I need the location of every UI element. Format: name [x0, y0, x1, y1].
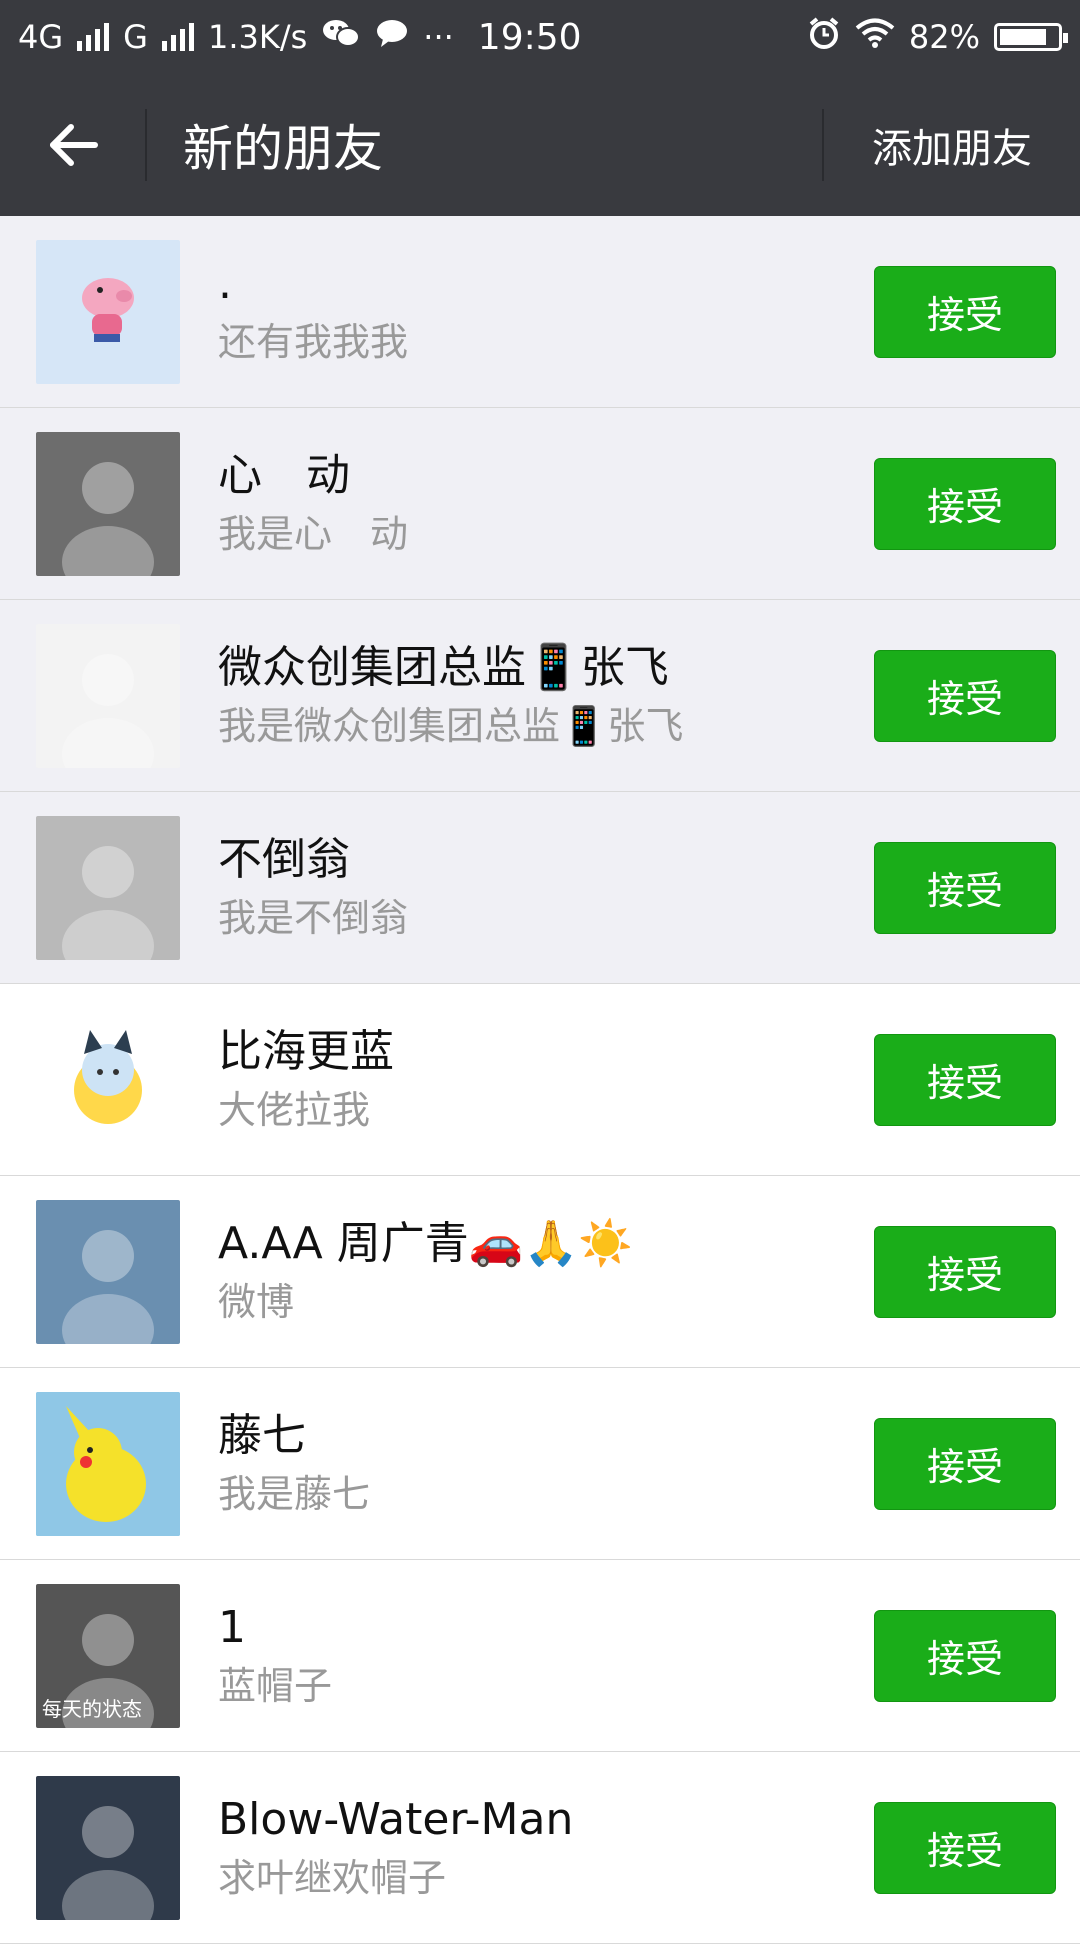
contact-name: 藤七: [218, 1409, 306, 1461]
request-text: Blow-Water-Man 求叶继欢帽子: [218, 1790, 874, 1906]
friend-request-row[interactable]: 每天的状态 1 蓝帽子 接受: [0, 1560, 1080, 1752]
contact-name: .: [218, 257, 232, 309]
friend-request-row[interactable]: 心 动我是心 动接受: [0, 408, 1080, 600]
contact-name: A.AA 周广青🚗🙏☀️: [218, 1217, 634, 1269]
clock-time: 19:50: [477, 16, 582, 58]
avatar[interactable]: [36, 623, 180, 768]
request-text: 心 动我是心 动: [218, 446, 874, 562]
signal-icon: [77, 23, 110, 51]
battery-icon: [994, 23, 1068, 51]
friend-request-row[interactable]: . 还有我我我 接受: [0, 216, 1080, 408]
request-message: 还有我我我: [218, 319, 409, 364]
request-text: 藤七 我是藤七: [218, 1406, 874, 1522]
accept-button[interactable]: 接受: [874, 649, 1056, 742]
contact-name: 比海更蓝: [218, 1025, 394, 1077]
avatar[interactable]: [36, 431, 180, 576]
nav-divider: [145, 109, 147, 181]
friend-request-row[interactable]: 微众创集团总监📱张飞 我是微众创集团总监📱张飞 接受: [0, 600, 1080, 792]
friend-request-row[interactable]: 不倒翁 我是不倒翁 接受: [0, 792, 1080, 984]
avatar[interactable]: [36, 1199, 180, 1344]
friend-request-list: . 还有我我我 接受心 动我是心 动接受 微众创集团总监📱张飞 我是微众创集团总监📱张飞…: [0, 216, 1080, 1944]
accept-button[interactable]: 接受: [874, 1801, 1056, 1894]
page-title: 新的朋友: [183, 120, 383, 178]
friend-request-row[interactable]: 藤七 我是藤七 接受: [0, 1368, 1080, 1560]
network-speed: 1.3K/s: [207, 18, 308, 56]
friend-request-row[interactable]: A.AA 周广青🚗🙏☀️ 微博 接受: [0, 1176, 1080, 1368]
add-friend-button[interactable]: 添加朋友: [824, 116, 1080, 174]
accept-button[interactable]: 接受: [874, 1417, 1056, 1510]
status-right: 82%: [807, 16, 1068, 58]
request-message: 大佬拉我: [218, 1087, 371, 1132]
accept-button[interactable]: 接受: [874, 1609, 1056, 1702]
alarm-icon: [807, 16, 841, 58]
contact-name: 微众创集团总监📱张飞: [218, 641, 669, 693]
request-text: 比海更蓝 大佬拉我: [218, 1022, 874, 1138]
request-message: 求叶继欢帽子: [218, 1855, 447, 1900]
avatar[interactable]: [36, 1391, 180, 1536]
accept-button[interactable]: 接受: [874, 1033, 1056, 1126]
request-message: 我是微众创集团总监📱张飞: [218, 703, 684, 748]
request-message: 蓝帽子: [218, 1663, 333, 1708]
avatar-caption: 每天的状态: [42, 1696, 142, 1721]
contact-name: Blow-Water-Man: [218, 1793, 574, 1845]
avatar[interactable]: 每天的状态: [36, 1583, 180, 1728]
contact-name: 不倒翁: [218, 833, 350, 885]
friend-request-row[interactable]: 比海更蓝 大佬拉我 接受: [0, 984, 1080, 1176]
accept-button[interactable]: 接受: [874, 457, 1056, 550]
request-text: A.AA 周广青🚗🙏☀️ 微博: [218, 1214, 874, 1330]
back-arrow-icon: [49, 124, 98, 166]
network-4g-label: 4G: [18, 18, 64, 56]
accept-button[interactable]: 接受: [874, 265, 1056, 358]
nav-bar: 新的朋友 添加朋友: [0, 74, 1080, 216]
avatar[interactable]: [36, 1775, 180, 1920]
wechat-icon: [321, 17, 361, 57]
back-button[interactable]: [0, 74, 145, 216]
request-text: . 还有我我我: [218, 254, 874, 370]
more-dots: ···: [423, 18, 454, 56]
message-icon: [375, 17, 409, 57]
request-text: 微众创集团总监📱张飞我是微众创集团总监📱张飞: [218, 638, 874, 754]
contact-name: 1: [218, 1601, 246, 1653]
accept-button[interactable]: 接受: [874, 1225, 1056, 1318]
request-message: 我是不倒翁: [218, 895, 409, 940]
request-text: 不倒翁 我是不倒翁: [218, 830, 874, 946]
status-bar: 4G G 1.3K/s ··· 19:50 82%: [0, 0, 1080, 74]
avatar[interactable]: [36, 239, 180, 384]
battery-percent: 82%: [908, 18, 980, 56]
request-text: 1 蓝帽子: [218, 1598, 874, 1714]
status-left: 4G G 1.3K/s ··· 19:50: [18, 17, 582, 58]
avatar[interactable]: [36, 1007, 180, 1152]
avatar[interactable]: [36, 815, 180, 960]
friend-request-row[interactable]: Blow-Water-Man 求叶继欢帽子 接受: [0, 1752, 1080, 1944]
request-message: 我是心 动: [218, 511, 409, 556]
network-g-label: G: [123, 18, 148, 56]
request-message: 微博: [218, 1279, 295, 1324]
wifi-icon: [855, 17, 895, 57]
request-message: 我是藤七: [218, 1471, 371, 1516]
contact-name: 心 动: [218, 449, 350, 501]
signal-icon: [161, 23, 194, 51]
accept-button[interactable]: 接受: [874, 841, 1056, 934]
